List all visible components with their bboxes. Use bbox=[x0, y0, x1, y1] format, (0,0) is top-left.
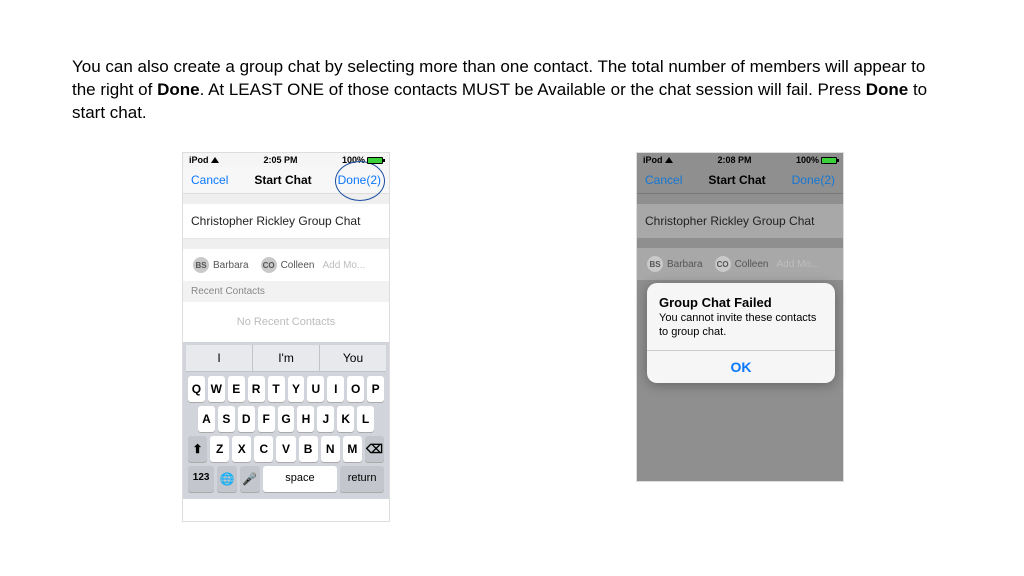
group-chat-title[interactable]: Christopher Rickley Group Chat bbox=[183, 204, 389, 239]
contact-chips-row: BS Barbara CO Colleen Add Mo... bbox=[183, 249, 389, 281]
alert-title: Group Chat Failed bbox=[659, 295, 823, 310]
key-row: Q W E R T Y U I O P bbox=[188, 376, 384, 402]
key[interactable]: W bbox=[208, 376, 225, 402]
backspace-key[interactable]: ⌫ bbox=[365, 436, 384, 462]
phone-screenshot-start-chat: iPod 2:05 PM 100% Cancel Start Chat Done… bbox=[182, 152, 390, 522]
mic-key[interactable]: 🎤 bbox=[240, 466, 260, 492]
nav-title: Start Chat bbox=[708, 173, 765, 187]
key[interactable]: I bbox=[327, 376, 344, 402]
suggestion[interactable]: I'm bbox=[253, 345, 320, 371]
alert-ok-button[interactable]: OK bbox=[647, 350, 835, 383]
key[interactable]: T bbox=[268, 376, 285, 402]
suggestion[interactable]: I bbox=[186, 345, 253, 371]
key[interactable]: B bbox=[299, 436, 318, 462]
battery-status: 100% bbox=[342, 155, 383, 165]
alert-body: You cannot invite these contacts to grou… bbox=[659, 312, 823, 340]
key[interactable]: S bbox=[218, 406, 235, 432]
status-bar: iPod 2:05 PM 100% bbox=[183, 153, 389, 167]
spacer bbox=[637, 194, 843, 204]
phone-screenshot-failed: iPod 2:08 PM 100% Cancel Start Chat Done… bbox=[636, 152, 844, 482]
key[interactable]: U bbox=[307, 376, 324, 402]
spacer bbox=[183, 239, 389, 249]
key[interactable]: Z bbox=[210, 436, 229, 462]
suggestion[interactable]: You bbox=[320, 345, 386, 371]
avatar: BS bbox=[193, 257, 209, 273]
globe-key[interactable]: 🌐 bbox=[217, 466, 237, 492]
key[interactable]: R bbox=[248, 376, 265, 402]
wifi-icon bbox=[665, 157, 673, 163]
spacer bbox=[183, 194, 389, 204]
key[interactable]: J bbox=[317, 406, 334, 432]
key[interactable]: L bbox=[357, 406, 374, 432]
key[interactable]: C bbox=[254, 436, 273, 462]
battery-icon bbox=[367, 157, 383, 164]
device-label: iPod bbox=[643, 155, 673, 165]
key[interactable]: H bbox=[297, 406, 314, 432]
key[interactable]: D bbox=[238, 406, 255, 432]
key-row: 123 🌐 🎤 space return bbox=[188, 466, 384, 492]
status-bar: iPod 2:08 PM 100% bbox=[637, 153, 843, 167]
done-button[interactable]: Done(2) bbox=[792, 173, 835, 187]
key[interactable]: P bbox=[367, 376, 384, 402]
contact-name: Colleen bbox=[735, 259, 769, 270]
add-more-placeholder: Add Mo... bbox=[777, 259, 820, 270]
key[interactable]: K bbox=[337, 406, 354, 432]
group-chat-title: Christopher Rickley Group Chat bbox=[637, 204, 843, 238]
key[interactable]: Y bbox=[288, 376, 305, 402]
wifi-icon bbox=[211, 157, 219, 163]
add-more-placeholder[interactable]: Add Mo... bbox=[323, 260, 366, 271]
instruction-bold1: Done bbox=[157, 80, 200, 99]
contact-chip[interactable]: BS Barbara bbox=[189, 255, 253, 275]
key[interactable]: E bbox=[228, 376, 245, 402]
return-key[interactable]: return bbox=[340, 466, 384, 492]
key-row: A S D F G H J K L bbox=[188, 406, 384, 432]
space-key[interactable]: space bbox=[263, 466, 337, 492]
contact-name: Barbara bbox=[213, 260, 249, 271]
key[interactable]: V bbox=[276, 436, 295, 462]
status-time: 2:05 PM bbox=[263, 155, 297, 165]
spacer bbox=[637, 238, 843, 248]
instruction-part2: . At LEAST ONE of those contacts MUST be… bbox=[200, 80, 866, 99]
key-row: ⬆ Z X C V B N M ⌫ bbox=[188, 436, 384, 462]
battery-status: 100% bbox=[796, 155, 837, 165]
key[interactable]: O bbox=[347, 376, 364, 402]
alert-dialog: Group Chat Failed You cannot invite thes… bbox=[647, 283, 835, 383]
instruction-bold2: Done bbox=[866, 80, 909, 99]
key[interactable]: G bbox=[278, 406, 295, 432]
contact-chips-row: BS Barbara CO Colleen Add Mo... bbox=[637, 248, 843, 280]
shift-key[interactable]: ⬆ bbox=[188, 436, 207, 462]
numbers-key[interactable]: 123 bbox=[188, 466, 214, 492]
nav-bar: Cancel Start Chat Done(2) bbox=[637, 167, 843, 194]
status-time: 2:08 PM bbox=[717, 155, 751, 165]
key[interactable]: N bbox=[321, 436, 340, 462]
avatar: CO bbox=[715, 256, 731, 272]
device-label: iPod bbox=[189, 155, 219, 165]
key[interactable]: Q bbox=[188, 376, 205, 402]
avatar: BS bbox=[647, 256, 663, 272]
no-recent-contacts: No Recent Contacts bbox=[183, 302, 389, 342]
key[interactable]: A bbox=[198, 406, 215, 432]
contact-chip[interactable]: CO Colleen bbox=[257, 255, 319, 275]
done-button[interactable]: Done(2) bbox=[338, 173, 381, 187]
nav-title: Start Chat bbox=[254, 173, 311, 187]
keyboard: I I'm You Q W E R T Y U I O P A S D F G … bbox=[183, 342, 389, 499]
key[interactable]: F bbox=[258, 406, 275, 432]
key[interactable]: M bbox=[343, 436, 362, 462]
recent-contacts-header: Recent Contacts bbox=[183, 281, 389, 302]
contact-chip: BS Barbara bbox=[643, 254, 707, 274]
cancel-button[interactable]: Cancel bbox=[645, 173, 682, 187]
key[interactable]: X bbox=[232, 436, 251, 462]
nav-bar: Cancel Start Chat Done(2) bbox=[183, 167, 389, 194]
battery-icon bbox=[821, 157, 837, 164]
suggestion-bar: I I'm You bbox=[186, 345, 386, 372]
instruction-text: You can also create a group chat by sele… bbox=[72, 56, 952, 125]
cancel-button[interactable]: Cancel bbox=[191, 173, 228, 187]
contact-chip: CO Colleen bbox=[711, 254, 773, 274]
avatar: CO bbox=[261, 257, 277, 273]
contact-name: Barbara bbox=[667, 259, 703, 270]
contact-name: Colleen bbox=[281, 260, 315, 271]
